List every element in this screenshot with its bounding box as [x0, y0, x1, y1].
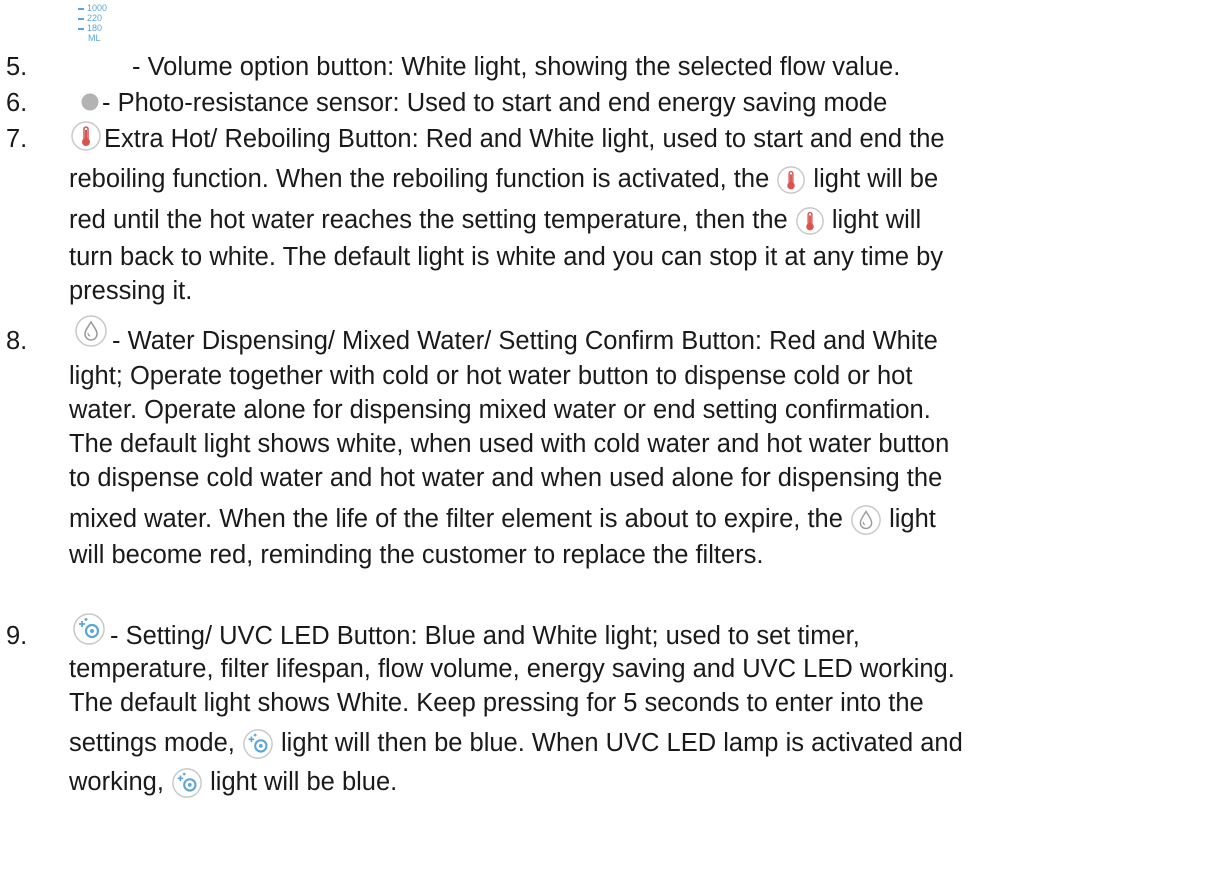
volume-scale-icon: 1000 220 180 ML: [78, 0, 126, 58]
item-text-line: temperature, filter lifespan, flow volum…: [69, 655, 955, 683]
water-drop-icon: [74, 314, 108, 348]
item-number: 7.: [6, 125, 28, 153]
item-number: 5.: [6, 53, 28, 81]
volume-unit: ML: [88, 33, 101, 43]
uvc-setting-icon: [242, 728, 274, 760]
item-text-line: will become red, reminding the customer …: [69, 541, 764, 569]
thermometer-icon: [795, 206, 825, 236]
item-text-line: - Volume option button: White light, sho…: [132, 53, 901, 81]
item-number: 8.: [6, 327, 28, 355]
item-text-line: water. Operate alone for dispensing mixe…: [69, 396, 931, 424]
item-text-line: turn back to white. The default light is…: [69, 243, 944, 271]
item-text-line: The default light shows White. Keep pres…: [69, 689, 924, 717]
volume-value-3: 180: [87, 23, 103, 33]
item-text-line: light; Operate together with cold or hot…: [69, 362, 913, 390]
uvc-setting-icon: [72, 612, 106, 646]
item-text-line: to dispense cold water and hot water and…: [69, 464, 943, 492]
item-text-line: The default light shows white, when used…: [69, 430, 950, 458]
uvc-setting-icon: [171, 767, 203, 799]
item-text-line: settings mode, light will then be blue. …: [69, 727, 963, 760]
item-text-line: Extra Hot/ Reboiling Button: Red and Whi…: [104, 125, 945, 153]
item-number: 6.: [6, 89, 28, 117]
photo-sensor-dot-icon: [80, 92, 100, 112]
item-text-line: - Water Dispensing/ Mixed Water/ Setting…: [112, 327, 938, 355]
thermometer-icon: [70, 120, 102, 152]
item-text-line: reboiling function. When the reboiling f…: [69, 163, 938, 196]
thermometer-icon: [776, 165, 806, 195]
item-text-line: mixed water. When the life of the filter…: [69, 503, 936, 536]
item-text-line: pressing it.: [69, 277, 193, 305]
volume-value-2: 220: [87, 13, 103, 23]
item-text-line: - Photo-resistance sensor: Used to start…: [102, 89, 888, 117]
item-text-line: red until the hot water reaches the sett…: [69, 204, 921, 237]
item-number: 9.: [6, 622, 28, 650]
item-text-line: working, light will be blue.: [69, 766, 397, 799]
water-drop-icon: [850, 504, 882, 536]
volume-value-1: 1000: [87, 3, 108, 13]
item-text-line: - Setting/ UVC LED Button: Blue and Whit…: [110, 622, 860, 650]
